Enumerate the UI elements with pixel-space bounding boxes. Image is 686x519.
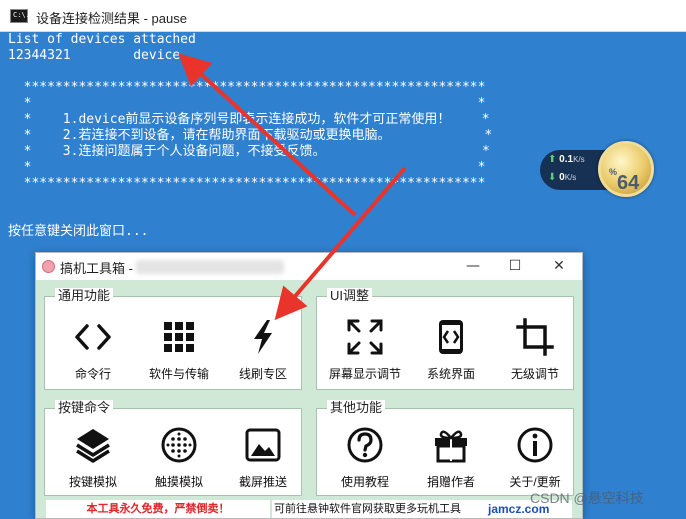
crop-icon <box>516 318 554 356</box>
software-transfer-button[interactable]: 软件与传输 <box>139 307 219 387</box>
upload-unit: K/s <box>573 155 585 164</box>
console-line: List of devices attached <box>8 32 196 47</box>
system-ui-button[interactable]: 系统界面 <box>411 307 491 387</box>
stepless-adjust-label: 无级调节 <box>510 367 559 381</box>
group-label-keys: 按键命令 <box>55 400 114 416</box>
arrow-up-icon: ⬆ <box>548 154 557 165</box>
touch-icon <box>161 427 197 463</box>
maximize-button[interactable]: ☐ <box>498 255 532 277</box>
screenshot-push-label: 截屏推送 <box>238 475 287 489</box>
console-line: * * <box>8 160 486 175</box>
screen-display-label: 屏幕显示调节 <box>328 367 401 381</box>
minimize-button[interactable]: — <box>456 255 490 277</box>
close-button[interactable]: ✕ <box>542 255 576 277</box>
expand-icon <box>347 319 383 355</box>
console-line: * 3.连接问题属于个人设备问题，不接受反馈。 * <box>8 144 490 159</box>
console-line: 12344321 device <box>8 48 181 63</box>
jamcz-watermark: jamcz.com <box>488 502 550 516</box>
donate-button[interactable]: 捐赠作者 <box>411 415 491 495</box>
key-simulate-button[interactable]: 按键模拟 <box>53 415 133 495</box>
command-line-button[interactable]: 命令行 <box>53 307 133 387</box>
blurred-title-region <box>136 260 284 274</box>
tutorial-button[interactable]: 使用教程 <box>325 415 405 495</box>
memory-gauge[interactable]: 64% <box>598 141 654 197</box>
touch-simulate-button[interactable]: 触摸模拟 <box>139 415 219 495</box>
about-update-button[interactable]: 关于/更新 <box>495 415 575 495</box>
gauge-value: 64 <box>617 172 640 194</box>
console-line: * * <box>8 96 486 111</box>
console-app-icon: C:\. <box>10 9 30 23</box>
console-line: * 1.device前显示设备序列号即表示连接成功，软件才可正常使用！ * <box>8 112 490 127</box>
toolbox-title: 搞机工具箱 - <box>60 261 133 276</box>
group-label-general: 通用功能 <box>55 288 114 304</box>
command-line-label: 命令行 <box>74 367 111 381</box>
screenshot-push-button[interactable]: 截屏推送 <box>223 415 303 495</box>
group-keys: 按键命令 按键模拟 触摸模拟 截屏推送 <box>44 400 303 496</box>
group-ui: UI调整 屏幕显示调节 系统界面 无级调节 <box>316 288 575 390</box>
info-icon <box>517 427 553 463</box>
screen-display-button[interactable]: 屏幕显示调节 <box>325 307 405 387</box>
console-line: ****************************************… <box>8 176 486 191</box>
flash-zone-button[interactable]: 线刷专区 <box>223 307 303 387</box>
download-speed: ⬇ 0K/s <box>548 172 576 183</box>
toolbox-titlebar: 搞机工具箱 - — ☐ ✕ <box>36 253 582 280</box>
group-general: 通用功能 命令行 软件与传输 线刷专区 <box>44 288 303 390</box>
console-prompt: 按任意键关闭此窗口... <box>8 224 149 239</box>
free-notice: 本工具永久免费，严禁倒卖！ <box>46 500 270 518</box>
group-label-ui: UI调整 <box>327 288 373 304</box>
image-icon <box>245 428 281 462</box>
software-transfer-label: 软件与传输 <box>148 367 209 381</box>
toolbox-app-icon <box>42 260 55 273</box>
console-title: 设备连接检测结果 - pause <box>36 11 187 26</box>
download-unit: K/s <box>564 173 577 182</box>
help-icon <box>347 427 383 463</box>
console-titlebar: C:\. 设备连接检测结果 - pause <box>0 0 686 32</box>
console-icon-text: C:\. <box>13 11 30 19</box>
grid-icon <box>164 322 194 352</box>
phone-code-icon <box>439 320 463 354</box>
touch-simulate-label: 触摸模拟 <box>154 475 203 489</box>
donate-label: 捐赠作者 <box>426 475 475 489</box>
lightning-icon <box>254 320 272 354</box>
gift-icon <box>435 430 467 463</box>
layers-icon <box>76 429 110 463</box>
upload-value: 0.1 <box>559 154 574 165</box>
tutorial-label: 使用教程 <box>340 475 389 489</box>
gauge-unit: % <box>609 167 618 177</box>
flash-zone-label: 线刷专区 <box>238 367 287 381</box>
system-ui-label: 系统界面 <box>426 367 475 381</box>
group-label-other: 其他功能 <box>327 400 386 416</box>
code-icon <box>75 324 111 350</box>
key-simulate-label: 按键模拟 <box>68 475 117 489</box>
arrow-down-icon: ⬇ <box>548 172 557 183</box>
upload-speed: ⬆ 0.1K/s <box>548 154 585 165</box>
group-other: 其他功能 使用教程 捐赠作者 关于/更新 <box>316 400 575 496</box>
toolbox-window: 搞机工具箱 - — ☐ ✕ 通用功能 命令行 软件与传输 线刷专区 UI调整 屏… <box>35 252 583 519</box>
toolbox-content: 通用功能 命令行 软件与传输 线刷专区 UI调整 屏幕显示调节 系统界面 无级调… <box>36 280 582 518</box>
stepless-adjust-button[interactable]: 无级调节 <box>495 307 575 387</box>
console-line: ****************************************… <box>8 80 486 95</box>
console-line: * 2.若连接不到设备，请在帮助界面下载驱动或更换电脑。 * <box>8 128 493 143</box>
